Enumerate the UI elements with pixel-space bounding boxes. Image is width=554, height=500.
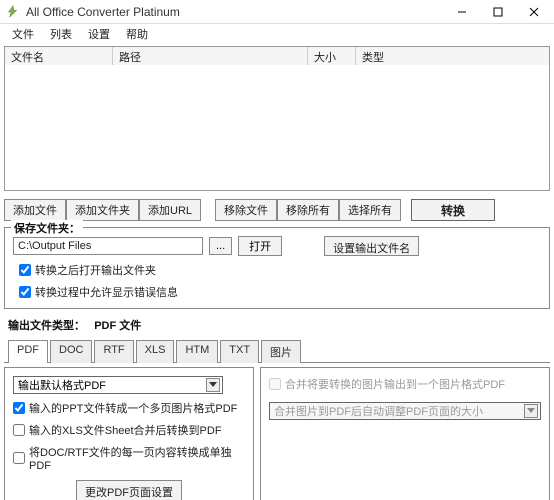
add-url-button[interactable]: 添加URL (139, 199, 201, 221)
save-folder-title: 保存文件夹： (11, 220, 83, 236)
merge-images-label: 合并将要转换的图片输出到一个图片格式PDF (285, 376, 505, 392)
col-size[interactable]: 大小 (308, 47, 356, 65)
col-type[interactable]: 类型 (356, 47, 549, 65)
tab-txt[interactable]: TXT (220, 340, 259, 363)
show-errors-checkbox[interactable] (19, 286, 31, 298)
output-type-value: PDF 文件 (94, 320, 141, 332)
titlebar: All Office Converter Platinum (0, 0, 554, 24)
tab-xls[interactable]: XLS (136, 340, 175, 363)
file-table-header: 文件名 路径 大小 类型 (5, 47, 549, 65)
col-filename[interactable]: 文件名 (5, 47, 113, 65)
tab-doc[interactable]: DOC (50, 340, 92, 363)
tab-htm[interactable]: HTM (176, 340, 218, 363)
save-folder-group: 保存文件夹： ... 打开 设置输出文件名 转换之后打开输出文件夹 转换过程中允… (4, 227, 550, 309)
maximize-button[interactable] (480, 0, 516, 23)
format-tabs: PDF DOC RTF XLS HTM TXT 图片 (4, 339, 550, 363)
ppt-multipage-label: 输入的PPT文件转成一个多页图片格式PDF (29, 400, 237, 416)
pdf-options-panel: 输出默认格式PDF 输入的PPT文件转成一个多页图片格式PDF 输入的XLS文件… (4, 367, 254, 500)
merge-size-value: 合并图片到PDF后自动调整PDF页面的大小 (274, 403, 483, 419)
convert-button[interactable]: 转换 (411, 199, 495, 221)
image-merge-panel: 合并将要转换的图片输出到一个图片格式PDF 合并图片到PDF后自动调整PDF页面… (260, 367, 550, 500)
pdf-page-settings-button[interactable]: 更改PDF页面设置 (76, 480, 182, 500)
menu-help[interactable]: 帮助 (120, 25, 154, 43)
open-folder-button[interactable]: 打开 (238, 236, 282, 256)
set-output-filename-button[interactable]: 设置输出文件名 (324, 236, 419, 256)
select-all-button[interactable]: 选择所有 (339, 199, 401, 221)
app-icon (6, 5, 20, 19)
action-row: 添加文件 添加文件夹 添加URL 移除文件 移除所有 选择所有 转换 (4, 199, 550, 221)
remove-file-button[interactable]: 移除文件 (215, 199, 277, 221)
output-format-value: 输出默认格式PDF (18, 377, 106, 393)
browse-button[interactable]: ... (209, 237, 232, 255)
menu-list[interactable]: 列表 (44, 25, 78, 43)
output-format-select[interactable]: 输出默认格式PDF (13, 376, 223, 394)
options-area: 输出默认格式PDF 输入的PPT文件转成一个多页图片格式PDF 输入的XLS文件… (4, 367, 550, 500)
file-table: 文件名 路径 大小 类型 (4, 46, 550, 191)
docrtf-split-label: 将DOC/RTF文件的每一页内容转换成单独PDF (29, 444, 245, 472)
output-path-input[interactable] (13, 237, 203, 255)
col-path[interactable]: 路径 (113, 47, 308, 65)
tab-rtf[interactable]: RTF (94, 340, 133, 363)
add-file-button[interactable]: 添加文件 (4, 199, 66, 221)
menu-file[interactable]: 文件 (6, 25, 40, 43)
window-title: All Office Converter Platinum (26, 5, 444, 19)
menu-settings[interactable]: 设置 (82, 25, 116, 43)
dropdown-arrow-icon (524, 404, 538, 418)
xls-merge-checkbox[interactable] (13, 424, 25, 436)
dropdown-arrow-icon (206, 378, 220, 392)
output-type-header: 输出文件类型： PDF 文件 (4, 317, 550, 333)
remove-all-button[interactable]: 移除所有 (277, 199, 339, 221)
ppt-multipage-checkbox[interactable] (13, 402, 25, 414)
tab-image[interactable]: 图片 (261, 340, 301, 363)
file-table-body[interactable] (5, 65, 549, 190)
xls-merge-label: 输入的XLS文件Sheet合并后转换到PDF (29, 422, 222, 438)
merge-size-select: 合并图片到PDF后自动调整PDF页面的大小 (269, 402, 541, 420)
output-type-label: 输出文件类型： (8, 320, 85, 332)
open-after-convert-checkbox[interactable] (19, 264, 31, 276)
close-button[interactable] (516, 0, 552, 23)
minimize-button[interactable] (444, 0, 480, 23)
menubar: 文件 列表 设置 帮助 (0, 24, 554, 44)
docrtf-split-checkbox[interactable] (13, 452, 25, 464)
tab-pdf[interactable]: PDF (8, 340, 48, 363)
add-folder-button[interactable]: 添加文件夹 (66, 199, 139, 221)
merge-images-checkbox (269, 378, 281, 390)
open-after-convert-label: 转换之后打开输出文件夹 (35, 262, 156, 278)
show-errors-label: 转换过程中允许显示错误信息 (35, 284, 178, 300)
